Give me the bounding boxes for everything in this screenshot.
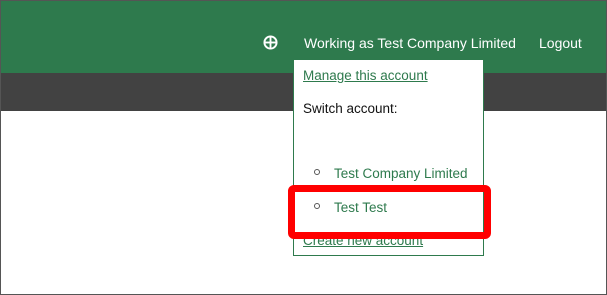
globe-icon[interactable] [263, 35, 278, 50]
account-item-label: Test Test [334, 200, 388, 215]
page-frame: Working as Test Company Limited Logout M… [0, 0, 607, 295]
switch-account-label: Switch account: [303, 101, 398, 116]
account-switcher-toggle[interactable]: Working as Test Company Limited [304, 35, 516, 51]
account-dropdown-menu: Manage this account Switch account: Test… [293, 59, 484, 256]
create-account-link[interactable]: Create new account [303, 233, 423, 248]
account-item-test-test[interactable]: Test Test [314, 200, 387, 215]
account-item-test-company-limited[interactable]: Test Company Limited [314, 166, 468, 181]
bullet-icon [314, 169, 320, 176]
account-item-label: Test Company Limited [334, 166, 468, 181]
bullet-icon [314, 203, 320, 210]
logout-link[interactable]: Logout [539, 35, 582, 51]
manage-account-link[interactable]: Manage this account [303, 68, 428, 83]
